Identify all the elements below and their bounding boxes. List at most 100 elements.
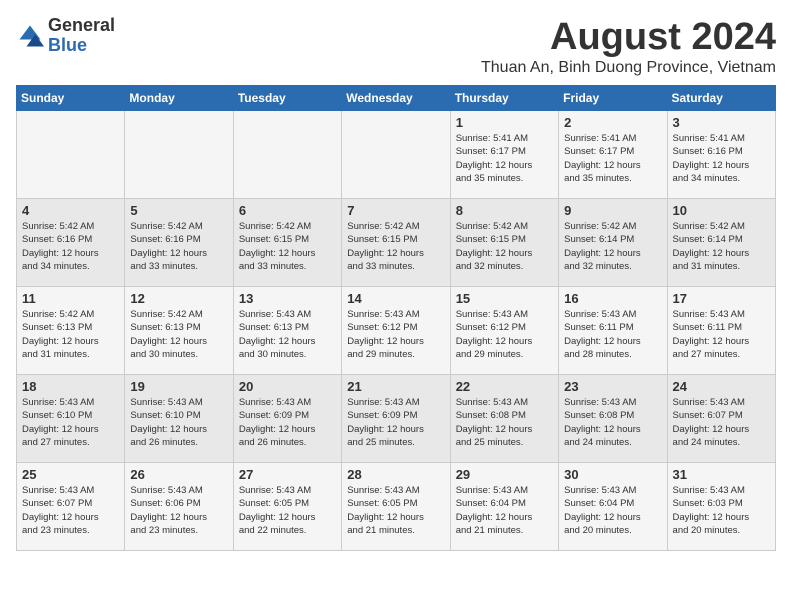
day-number: 31 — [673, 467, 770, 482]
calendar-cell: 2 Sunrise: 5:41 AM Sunset: 6:17 PM Daylig… — [559, 111, 667, 199]
calendar-cell — [17, 111, 125, 199]
week-row-2: 11 Sunrise: 5:42 AM Sunset: 6:13 PM Dayli… — [17, 287, 776, 375]
cell-info: Sunrise: 5:42 AM Sunset: 6:15 PM Dayligh… — [347, 220, 444, 273]
day-number: 25 — [22, 467, 119, 482]
calendar-cell: 16 Sunrise: 5:43 AM Sunset: 6:11 PM Dayli… — [559, 287, 667, 375]
cell-info: Sunrise: 5:43 AM Sunset: 6:07 PM Dayligh… — [673, 396, 770, 449]
header-cell-wednesday: Wednesday — [342, 86, 450, 111]
cell-info: Sunrise: 5:41 AM Sunset: 6:17 PM Dayligh… — [456, 132, 553, 185]
cell-info: Sunrise: 5:43 AM Sunset: 6:12 PM Dayligh… — [456, 308, 553, 361]
calendar-cell: 5 Sunrise: 5:42 AM Sunset: 6:16 PM Daylig… — [125, 199, 233, 287]
calendar-cell — [125, 111, 233, 199]
day-number: 3 — [673, 115, 770, 130]
logo-general: General — [48, 16, 115, 36]
month-year-title: August 2024 — [481, 16, 776, 59]
calendar-cell: 7 Sunrise: 5:42 AM Sunset: 6:15 PM Daylig… — [342, 199, 450, 287]
cell-info: Sunrise: 5:42 AM Sunset: 6:16 PM Dayligh… — [130, 220, 227, 273]
logo: General Blue — [16, 16, 115, 56]
calendar-cell: 22Sunrise: 5:43 AM Sunset: 6:08 PM Dayli… — [450, 375, 558, 463]
cell-info: Sunrise: 5:43 AM Sunset: 6:08 PM Dayligh… — [564, 396, 661, 449]
day-number: 17 — [673, 291, 770, 306]
day-number: 7 — [347, 203, 444, 218]
cell-info: Sunrise: 5:42 AM Sunset: 6:14 PM Dayligh… — [564, 220, 661, 273]
cell-info: Sunrise: 5:42 AM Sunset: 6:14 PM Dayligh… — [673, 220, 770, 273]
day-number: 28 — [347, 467, 444, 482]
day-number: 20 — [239, 379, 336, 394]
calendar-cell: 19Sunrise: 5:43 AM Sunset: 6:10 PM Dayli… — [125, 375, 233, 463]
cell-info: Sunrise: 5:43 AM Sunset: 6:11 PM Dayligh… — [564, 308, 661, 361]
day-number: 29 — [456, 467, 553, 482]
header-row: SundayMondayTuesdayWednesdayThursdayFrid… — [17, 86, 776, 111]
calendar-cell: 9 Sunrise: 5:42 AM Sunset: 6:14 PM Daylig… — [559, 199, 667, 287]
cell-info: Sunrise: 5:41 AM Sunset: 6:17 PM Dayligh… — [564, 132, 661, 185]
calendar-cell: 17 Sunrise: 5:43 AM Sunset: 6:11 PM Dayli… — [667, 287, 775, 375]
cell-info: Sunrise: 5:43 AM Sunset: 6:11 PM Dayligh… — [673, 308, 770, 361]
day-number: 4 — [22, 203, 119, 218]
calendar-table: SundayMondayTuesdayWednesdayThursdayFrid… — [16, 85, 776, 551]
cell-info: Sunrise: 5:42 AM Sunset: 6:15 PM Dayligh… — [239, 220, 336, 273]
cell-info: Sunrise: 5:43 AM Sunset: 6:05 PM Dayligh… — [347, 484, 444, 537]
day-number: 10 — [673, 203, 770, 218]
day-number: 23 — [564, 379, 661, 394]
calendar-cell: 25Sunrise: 5:43 AM Sunset: 6:07 PM Dayli… — [17, 463, 125, 551]
cell-info: Sunrise: 5:43 AM Sunset: 6:12 PM Dayligh… — [347, 308, 444, 361]
day-number: 15 — [456, 291, 553, 306]
calendar-cell: 26Sunrise: 5:43 AM Sunset: 6:06 PM Dayli… — [125, 463, 233, 551]
day-number: 8 — [456, 203, 553, 218]
week-row-4: 25Sunrise: 5:43 AM Sunset: 6:07 PM Dayli… — [17, 463, 776, 551]
location-subtitle: Thuan An, Binh Duong Province, Vietnam — [481, 59, 776, 77]
day-number: 2 — [564, 115, 661, 130]
calendar-cell: 15 Sunrise: 5:43 AM Sunset: 6:12 PM Dayli… — [450, 287, 558, 375]
title-area: August 2024 Thuan An, Binh Duong Provinc… — [481, 16, 776, 77]
day-number: 27 — [239, 467, 336, 482]
header-cell-monday: Monday — [125, 86, 233, 111]
day-number: 26 — [130, 467, 227, 482]
calendar-cell: 28 Sunrise: 5:43 AM Sunset: 6:05 PM Dayli… — [342, 463, 450, 551]
day-number: 16 — [564, 291, 661, 306]
day-number: 9 — [564, 203, 661, 218]
cell-info: Sunrise: 5:43 AM Sunset: 6:04 PM Dayligh… — [564, 484, 661, 537]
calendar-cell: 24 Sunrise: 5:43 AM Sunset: 6:07 PM Dayli… — [667, 375, 775, 463]
day-number: 21 — [347, 379, 444, 394]
day-number: 11 — [22, 291, 119, 306]
calendar-cell: 21 Sunrise: 5:43 AM Sunset: 6:09 PM Dayli… — [342, 375, 450, 463]
calendar-cell: 1Sunrise: 5:41 AM Sunset: 6:17 PM Daylig… — [450, 111, 558, 199]
header-cell-thursday: Thursday — [450, 86, 558, 111]
cell-info: Sunrise: 5:43 AM Sunset: 6:10 PM Dayligh… — [22, 396, 119, 449]
calendar-cell: 20 Sunrise: 5:43 AM Sunset: 6:09 PM Dayli… — [233, 375, 341, 463]
calendar-cell: 13 Sunrise: 5:43 AM Sunset: 6:13 PM Dayli… — [233, 287, 341, 375]
calendar-body: 1Sunrise: 5:41 AM Sunset: 6:17 PM Daylig… — [17, 111, 776, 551]
calendar-cell: 12Sunrise: 5:42 AM Sunset: 6:13 PM Dayli… — [125, 287, 233, 375]
header-cell-friday: Friday — [559, 86, 667, 111]
cell-info: Sunrise: 5:43 AM Sunset: 6:13 PM Dayligh… — [239, 308, 336, 361]
calendar-cell: 6 Sunrise: 5:42 AM Sunset: 6:15 PM Daylig… — [233, 199, 341, 287]
page-header: General Blue August 2024 Thuan An, Binh … — [16, 16, 776, 77]
day-number: 6 — [239, 203, 336, 218]
calendar-cell: 29 Sunrise: 5:43 AM Sunset: 6:04 PM Dayli… — [450, 463, 558, 551]
day-number: 24 — [673, 379, 770, 394]
cell-info: Sunrise: 5:42 AM Sunset: 6:15 PM Dayligh… — [456, 220, 553, 273]
cell-info: Sunrise: 5:43 AM Sunset: 6:04 PM Dayligh… — [456, 484, 553, 537]
day-number: 14 — [347, 291, 444, 306]
calendar-cell: 27 Sunrise: 5:43 AM Sunset: 6:05 PM Dayli… — [233, 463, 341, 551]
calendar-cell — [342, 111, 450, 199]
day-number: 5 — [130, 203, 227, 218]
cell-info: Sunrise: 5:43 AM Sunset: 6:09 PM Dayligh… — [347, 396, 444, 449]
day-number: 13 — [239, 291, 336, 306]
logo-blue: Blue — [48, 36, 115, 56]
cell-info: Sunrise: 5:42 AM Sunset: 6:13 PM Dayligh… — [22, 308, 119, 361]
calendar-cell: 23 Sunrise: 5:43 AM Sunset: 6:08 PM Dayli… — [559, 375, 667, 463]
header-cell-sunday: Sunday — [17, 86, 125, 111]
calendar-cell: 3 Sunrise: 5:41 AM Sunset: 6:16 PM Daylig… — [667, 111, 775, 199]
week-row-3: 18 Sunrise: 5:43 AM Sunset: 6:10 PM Dayli… — [17, 375, 776, 463]
cell-info: Sunrise: 5:41 AM Sunset: 6:16 PM Dayligh… — [673, 132, 770, 185]
day-number: 30 — [564, 467, 661, 482]
day-number: 18 — [22, 379, 119, 394]
calendar-cell — [233, 111, 341, 199]
calendar-cell: 30 Sunrise: 5:43 AM Sunset: 6:04 PM Dayli… — [559, 463, 667, 551]
cell-info: Sunrise: 5:43 AM Sunset: 6:05 PM Dayligh… — [239, 484, 336, 537]
calendar-cell: 8 Sunrise: 5:42 AM Sunset: 6:15 PM Daylig… — [450, 199, 558, 287]
header-cell-tuesday: Tuesday — [233, 86, 341, 111]
cell-info: Sunrise: 5:43 AM Sunset: 6:09 PM Dayligh… — [239, 396, 336, 449]
week-row-0: 1Sunrise: 5:41 AM Sunset: 6:17 PM Daylig… — [17, 111, 776, 199]
